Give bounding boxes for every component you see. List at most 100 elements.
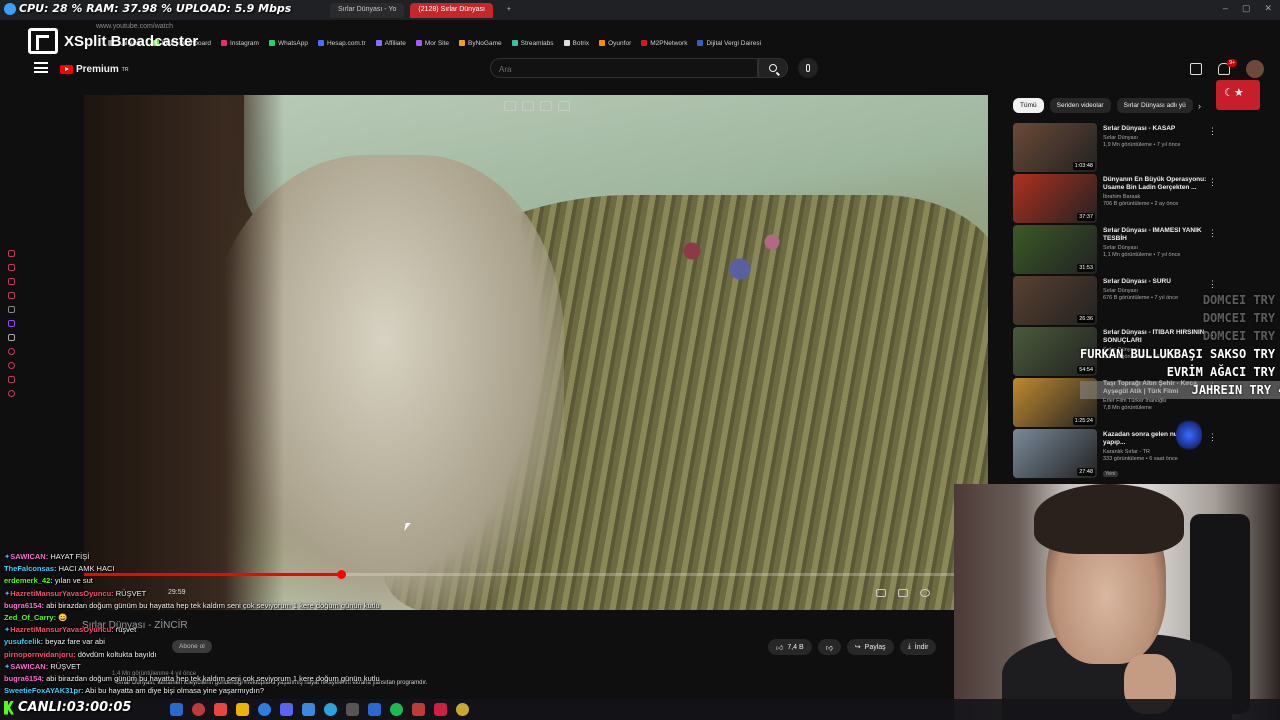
chat-username[interactable]: SweetieFoxAYAK31pr: [4,686,83,695]
video-title[interactable]: Sırlar Dünyası - İMAMESİ YANIK TESBİH [1103,227,1213,243]
taskbar-app-icon[interactable] [302,703,315,716]
minimize-button[interactable]: – [1223,3,1228,14]
more-options-icon[interactable]: ⋮ [1208,279,1217,290]
chat-username[interactable]: bugra6154: [4,674,44,683]
chat-username[interactable]: erdemerk_42: [4,576,53,585]
recommended-video[interactable]: 1:03:48 Sırlar Dünyası - KASAP Sırlar Düny… [1013,123,1223,174]
chat-username[interactable]: yusufcelik: [4,637,43,646]
video-thumbnail[interactable]: 37:37 [1013,174,1097,223]
speed-icon[interactable] [558,101,570,111]
chat-icon[interactable] [8,278,15,285]
close-window-button[interactable]: ✕ [1264,3,1272,14]
maximize-button[interactable]: ▢ [1242,3,1251,14]
create-upload-icon[interactable] [1190,63,1202,75]
bookmark-7[interactable]: ByNoGame [459,40,502,52]
channel-name[interactable]: Sırlar Dünyası [1103,245,1213,251]
taskbar-app-icon[interactable] [324,703,337,716]
video-title[interactable]: Sırlar Dünyası - KASAP [1103,125,1213,133]
channel-name[interactable]: Sırlar Dünyası [1103,135,1213,141]
taskbar-app-icon[interactable] [170,703,183,716]
video-thumbnail[interactable]: 31:53 [1013,225,1097,274]
video-player[interactable] [84,95,988,610]
kick-icon[interactable] [8,250,15,257]
notifications-bell-icon[interactable]: 9+ [1218,59,1237,75]
taskbar-app-icon[interactable] [214,703,227,716]
mail-icon[interactable] [8,292,15,299]
bookmark-4[interactable]: Hesap.com.tr [317,40,366,52]
taskbar-app-icon[interactable] [192,703,205,716]
taskbar-app-icon[interactable] [368,703,381,716]
bookmark-6[interactable]: Mor Site [415,40,449,52]
chip-channel[interactable]: Sırlar Dünyası adlı yü [1116,98,1193,113]
taskbar-app-icon[interactable] [456,703,469,716]
record-icon[interactable] [8,348,15,355]
channel-name[interactable]: Karanlık Sırlar - TR [1103,449,1213,455]
gear-icon[interactable] [8,390,15,397]
chat-username[interactable]: bugra6154: [4,601,44,610]
taskbar-app-icon[interactable] [280,703,293,716]
chip-all[interactable]: Tümü [1013,98,1044,113]
taskbar-app-icon[interactable] [434,703,447,716]
chat-username[interactable]: SAWICAN: [10,552,48,561]
recommended-video[interactable]: 37:37 Dünyanın En Büyük Operasyonu: Usame… [1013,174,1223,225]
bookmark-5[interactable]: Affiliate [375,40,406,52]
more-options-icon[interactable]: ⋮ [1208,177,1217,188]
taskbar-app-icon[interactable] [236,703,249,716]
like-button[interactable]: 👍︎ 7,4 B [768,639,812,655]
share-button[interactable]: ↪ Paylaş [846,639,894,655]
popout-icon[interactable] [522,101,534,111]
autoplay-toggle-icon[interactable] [876,589,886,597]
subtitles-icon[interactable] [898,589,908,597]
hamburger-menu-icon[interactable] [34,62,48,73]
bookmark-2[interactable]: Instagram [221,40,259,52]
bookmark-12[interactable]: Dijital Vergi Dairesi [697,40,761,52]
more-options-icon[interactable]: ⋮ [1208,126,1217,137]
bookmark-11[interactable]: M2PNetwork [641,40,687,52]
x-icon[interactable] [8,334,15,341]
chevron-right-icon[interactable]: › [1198,101,1201,111]
recommended-video[interactable]: 31:53 Sırlar Dünyası - İMAMESİ YANIK TESB… [1013,225,1223,276]
voice-search-button[interactable] [798,58,818,78]
skip-icon[interactable] [540,101,552,111]
alert-icon[interactable] [8,264,15,271]
video-duration: 37:37 [1077,213,1095,221]
avatar[interactable] [1246,60,1264,78]
heart-icon[interactable] [8,376,15,383]
download-button[interactable]: ⤓ İndir [899,639,937,655]
taskbar-app-icon[interactable] [258,703,271,716]
chat-username[interactable]: pirnopornvidanjoru: [4,650,76,659]
video-thumbnail[interactable]: 1:03:48 [1013,123,1097,172]
chat-text: beyaz fare var abi [45,637,105,647]
video-title[interactable]: Dünyanın En Büyük Operasyonu: Usame Bin … [1103,176,1213,192]
taskbar-app-icon[interactable] [346,703,359,716]
dislike-button[interactable]: 👎︎ [817,639,841,655]
channel-name[interactable]: İbrahim Baraak [1103,194,1213,200]
bookmark-10[interactable]: Oyunfor [599,40,631,52]
twitch-icon[interactable] [8,320,15,327]
clock-icon[interactable] [8,362,15,369]
new-tab-button[interactable]: + [499,3,519,18]
bookmark-3[interactable]: WhatsApp [268,40,308,52]
pip-icon[interactable] [504,101,516,111]
chat-username[interactable]: TheFalconsas: [4,564,57,573]
search-button[interactable] [758,58,788,78]
chip-series[interactable]: Seriden videolar [1049,98,1111,113]
chat-username[interactable]: SAWICAN: [10,662,48,671]
youtube-premium-logo[interactable]: Premium TR [60,64,128,75]
chat-username[interactable]: Zed_Of_Carry: [4,613,56,622]
chat-username[interactable]: HazretiMansurYavasOyuncu: [10,625,113,634]
taskbar-app-icon[interactable] [412,703,425,716]
more-options-icon[interactable]: ⋮ [1208,432,1217,443]
taskbar-app-icon[interactable] [390,703,403,716]
more-options-icon[interactable]: ⋮ [1208,228,1217,239]
bookmark-8[interactable]: Streamlabs [511,40,554,52]
video-thumbnail[interactable]: 27:48 [1013,429,1097,478]
settings-gear-icon[interactable] [920,589,930,597]
chat-username[interactable]: HazretiMansurYavasOyuncu: [10,589,113,598]
search-input[interactable] [491,60,757,79]
tab-sirlar-dunyasi-active[interactable]: (2128) Sırlar Dünyası [410,3,493,18]
tab-sirlar-dunyasi[interactable]: Sırlar Dünyası - Yo [330,3,405,18]
bookmark-9[interactable]: Botrix [563,40,589,52]
video-title[interactable]: Sırlar Dünyası - SÜRÜ [1103,278,1213,286]
bolt-icon[interactable] [8,306,15,313]
